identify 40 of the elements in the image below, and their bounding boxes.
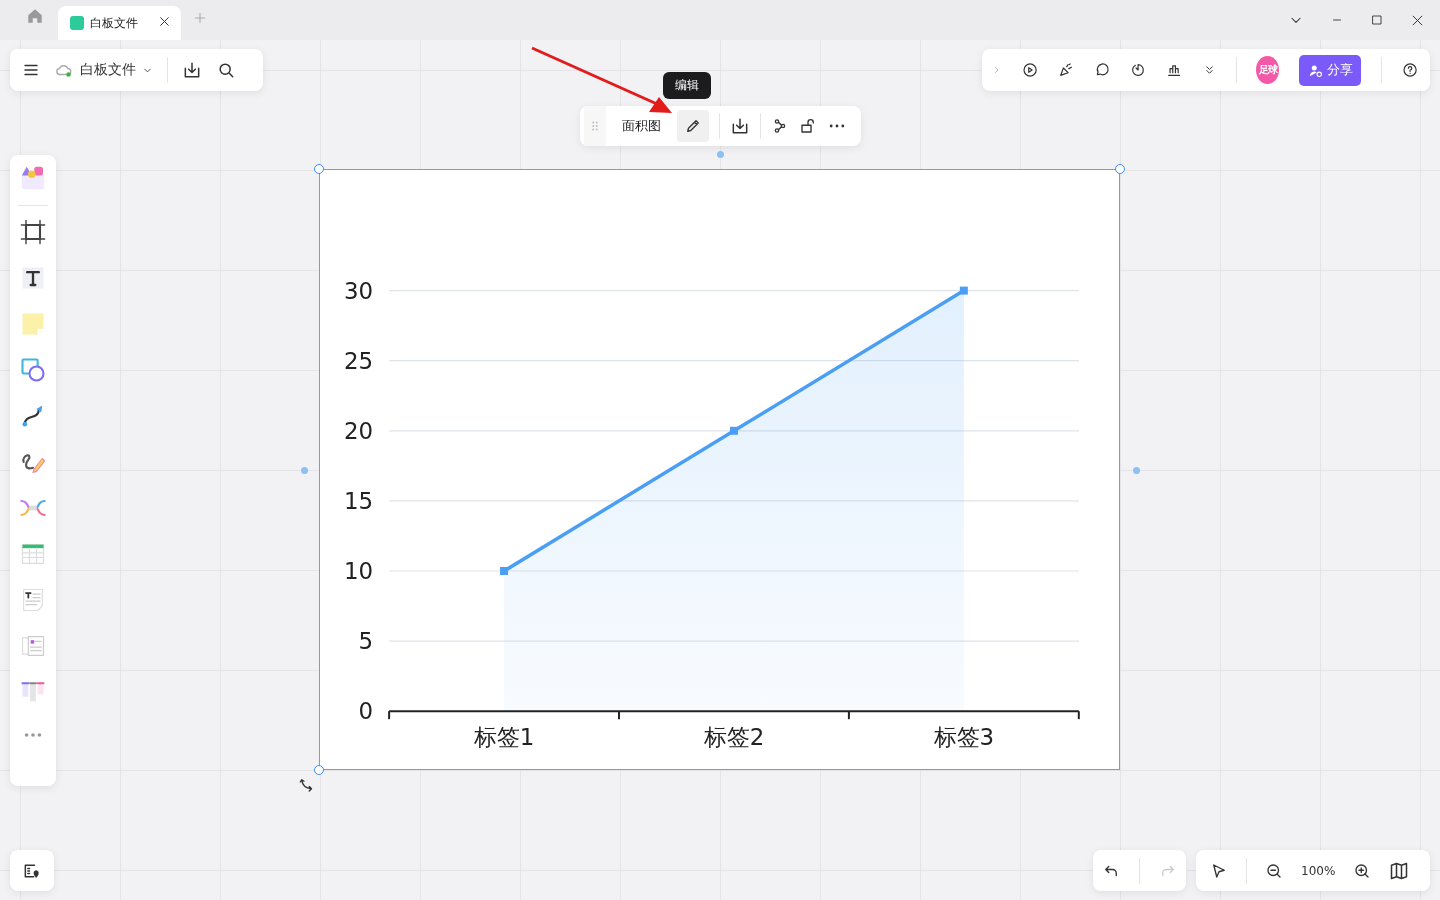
tick-label: 25 <box>344 347 374 374</box>
resize-handle[interactable] <box>1115 164 1125 174</box>
area-chart[interactable]: 0 5 10 15 20 25 30 标签1 标签2 标签3 <box>319 169 1120 770</box>
category-label: 标签2 <box>703 724 765 751</box>
help-icon[interactable] <box>1401 60 1419 80</box>
share-button[interactable]: 分享 <box>1298 54 1362 86</box>
category-label: 标签3 <box>933 724 995 751</box>
tick-label: 20 <box>344 417 374 444</box>
tooltip: 编辑 <box>663 72 711 99</box>
tick-label: 15 <box>344 487 374 514</box>
close-icon[interactable] <box>158 15 171 28</box>
unlock-icon[interactable] <box>799 117 817 135</box>
pointer-icon[interactable] <box>1210 861 1228 880</box>
frame-icon[interactable] <box>19 218 47 246</box>
edit-button[interactable] <box>677 110 709 142</box>
app-logo-icon <box>70 16 84 30</box>
data-point <box>959 286 968 295</box>
tick-label: 10 <box>344 557 374 584</box>
play-icon[interactable] <box>1021 60 1038 80</box>
file-tab[interactable]: 白板文件 <box>58 6 181 40</box>
search-icon[interactable] <box>216 60 236 80</box>
tick-label: 30 <box>344 277 374 304</box>
data-point <box>729 426 738 435</box>
download-icon[interactable] <box>730 116 750 136</box>
tab-label: 白板文件 <box>90 14 138 32</box>
chart-type-label: 面积图 <box>621 117 662 135</box>
resize-handle[interactable] <box>314 765 324 775</box>
shapes-icon[interactable] <box>19 356 47 384</box>
zoom-level[interactable]: 100% <box>1301 863 1336 878</box>
tick-label: 5 <box>358 628 374 655</box>
download-icon[interactable] <box>182 60 202 80</box>
zoom-out-icon[interactable] <box>1265 861 1283 880</box>
pencil-icon <box>684 117 702 135</box>
resize-handle[interactable] <box>314 164 324 174</box>
file-name-dropdown[interactable]: 白板文件 <box>54 61 153 79</box>
data-point <box>500 567 509 575</box>
category-label: 标签1 <box>473 724 535 751</box>
maximize-icon[interactable] <box>1371 14 1383 26</box>
tick-label: 0 <box>358 698 374 725</box>
close-icon[interactable] <box>1411 13 1424 27</box>
